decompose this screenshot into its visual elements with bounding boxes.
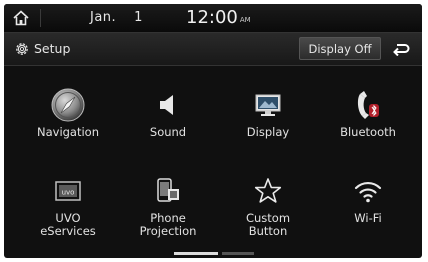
menu-item-label: Bluetooth: [340, 125, 396, 139]
svg-text:uvo: uvo: [62, 189, 75, 197]
menu-item-label: Display: [246, 125, 290, 139]
date-display: Jan. 1: [90, 10, 143, 25]
display-off-button[interactable]: Display Off: [299, 37, 381, 60]
setup-header: Setup Display Off: [4, 32, 422, 66]
menu-item-display[interactable]: Display: [218, 84, 318, 164]
clock-display: 12:00 AM: [186, 7, 251, 28]
menu-item-label: Navigation: [36, 125, 100, 139]
clock-time: 12:00: [186, 7, 238, 28]
menu-item-label-line: Phone: [150, 211, 186, 225]
menu-item-label-line: eServices: [40, 224, 96, 238]
menu-item-label-line: Custom: [245, 211, 291, 225]
speaker-icon: [160, 95, 173, 115]
monitor-icon: [255, 94, 281, 116]
menu-item-label: Wi-Fi: [354, 211, 382, 225]
menu-item-label: Sound: [149, 125, 187, 139]
setup-menu-grid: Navigation Sound Display Bluetooth uvo U…: [4, 74, 422, 244]
menu-item-navigation[interactable]: Navigation: [18, 84, 118, 164]
menu-item-label: UVO eServices: [40, 212, 96, 238]
back-button[interactable]: [384, 37, 418, 60]
menu-item-phone-projection[interactable]: Phone Projection: [118, 170, 218, 250]
menu-item-sound[interactable]: Sound: [118, 84, 218, 164]
phone-projection-icon: [157, 178, 179, 202]
page-indicator-inactive: [222, 252, 254, 255]
menu-item-custom-button[interactable]: Custom Button: [218, 170, 318, 250]
menu-item-wifi[interactable]: Wi-Fi: [318, 170, 418, 250]
star-icon: [254, 178, 282, 203]
date-day: 1: [134, 10, 143, 25]
date-month: Jan.: [90, 10, 117, 25]
page-indicator: [174, 252, 254, 255]
menu-item-label-line: UVO: [55, 211, 81, 225]
menu-item-uvo-eservices[interactable]: uvo UVO eServices: [18, 170, 118, 250]
page-title: Setup: [34, 41, 71, 56]
home-icon: [13, 10, 29, 26]
wifi-icon: [354, 181, 382, 203]
menu-item-bluetooth[interactable]: Bluetooth: [318, 84, 418, 164]
uvo-icon: uvo: [55, 181, 81, 201]
infotainment-screen: Jan. 1 12:00 AM Setup Display Off Naviga…: [4, 4, 422, 258]
gear-icon: [16, 43, 28, 55]
status-bar-divider: [40, 9, 41, 27]
back-arrow-icon: [393, 43, 410, 56]
menu-item-label: Phone Projection: [140, 212, 197, 238]
page-indicator-active: [174, 252, 218, 255]
home-button[interactable]: [10, 8, 32, 28]
menu-item-label-line: Projection: [139, 224, 197, 238]
clock-ampm: AM: [239, 16, 251, 24]
navigation-icon: [51, 88, 85, 122]
bluetooth-phone-icon: [357, 91, 379, 119]
menu-item-label-line: Button: [248, 224, 288, 238]
menu-item-label: Custom Button: [246, 212, 290, 238]
status-bar: Jan. 1 12:00 AM: [4, 4, 422, 32]
